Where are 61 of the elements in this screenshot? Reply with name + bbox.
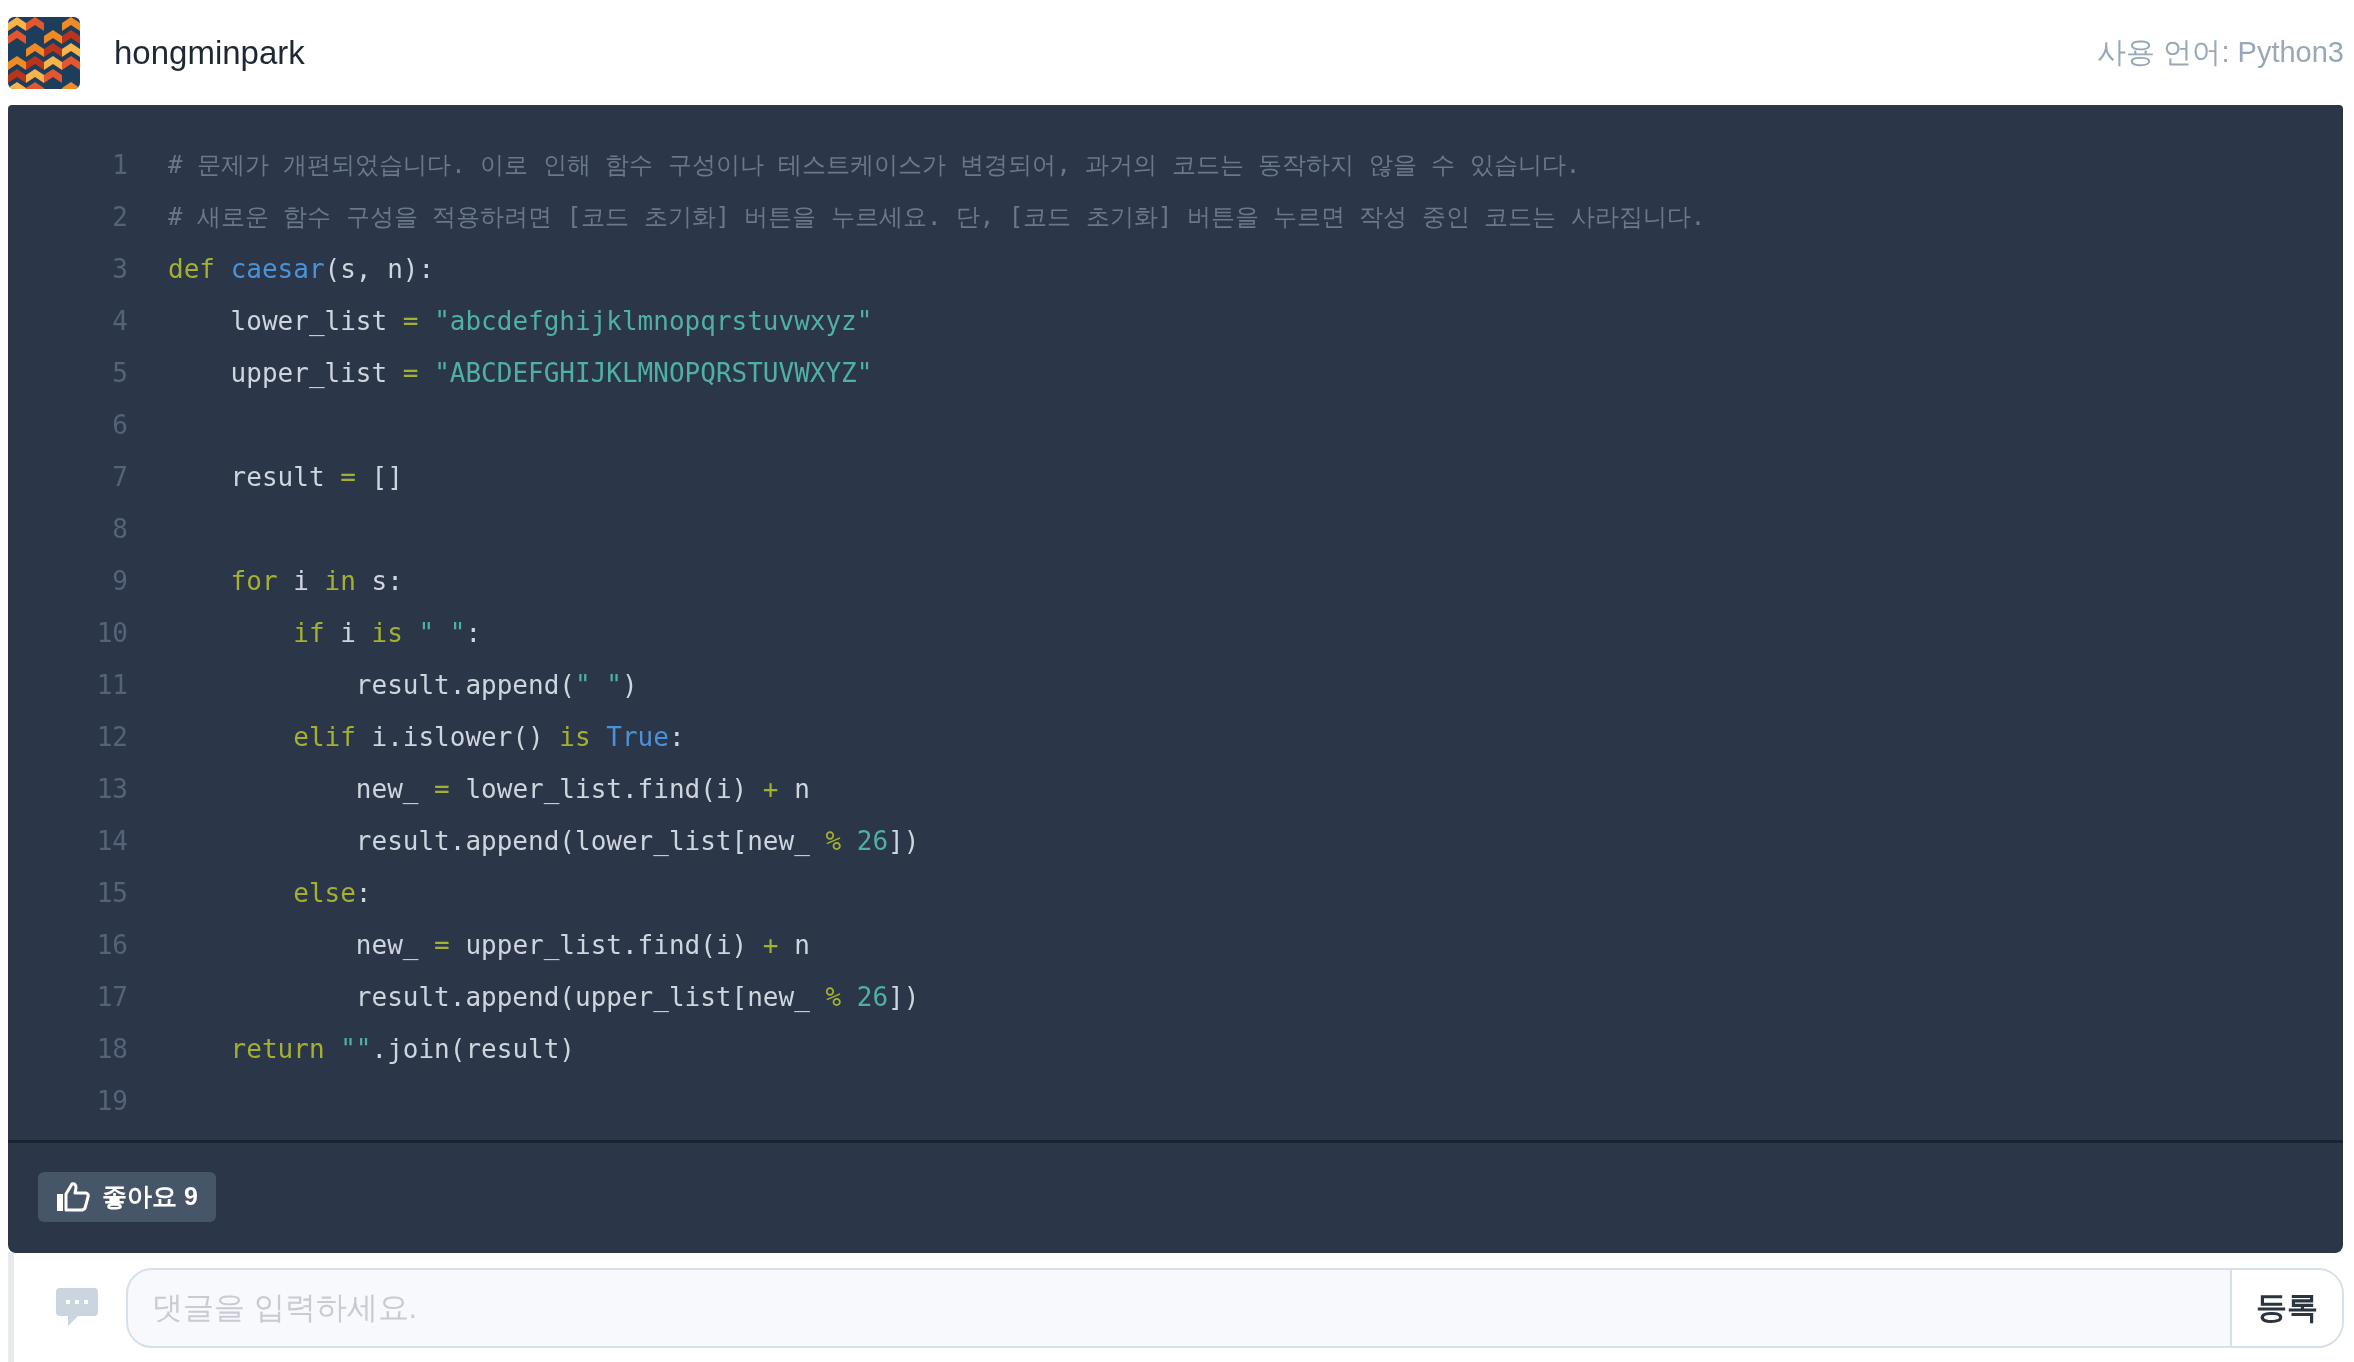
- code-operator: +: [762, 928, 780, 962]
- code-text: i.islower(): [371, 720, 545, 754]
- code-text: n: [794, 928, 810, 962]
- code-text: result.append(upper_list[new_: [354, 980, 811, 1014]
- comment-icon: [56, 1288, 98, 1328]
- code-text: new_: [354, 928, 420, 962]
- code-keyword: if: [292, 616, 326, 650]
- code-text: new_: [354, 772, 420, 806]
- code-text: ]): [888, 980, 920, 1014]
- code-operator: =: [434, 928, 451, 962]
- code-operator: =: [434, 772, 451, 806]
- code-keyword: return: [229, 1032, 326, 1066]
- function-name: caesar: [230, 252, 325, 286]
- code-operator: =: [340, 460, 357, 494]
- code-text: ]): [888, 824, 920, 858]
- code-operator: =: [402, 304, 420, 338]
- code-text: .join(result): [371, 1032, 575, 1066]
- code-keyword: def: [168, 252, 216, 286]
- code-text: n: [794, 772, 810, 806]
- code-text: lower_list.find(i): [465, 772, 749, 806]
- code-text: s:: [371, 564, 403, 598]
- like-button[interactable]: 좋아요 9: [38, 1171, 216, 1222]
- code-text: upper_list: [229, 356, 389, 390]
- string-literal: "": [340, 1032, 372, 1066]
- language-label: 사용 언어: Python3: [2097, 34, 2344, 70]
- code-text: :: [668, 720, 685, 754]
- code-comment: # 문제가 개편되었습니다. 이로 인해 함수 구성이나 테스트케이스가 변경되어, 과거의 코드는 동작하지 않을 수 있습니다.: [168, 150, 1581, 181]
- code-text: :: [355, 876, 372, 910]
- code-constant: True: [606, 720, 669, 754]
- string-literal: "ABCDEFGHIJKLMNOPQRSTUVWXYZ": [434, 356, 873, 390]
- code-text: result.append(lower_list[new_: [354, 824, 811, 858]
- submit-button[interactable]: 등록: [2230, 1270, 2342, 1346]
- number-literal: 26: [856, 824, 889, 858]
- code-text: lower_list: [229, 304, 389, 338]
- code-operator: %: [825, 824, 843, 858]
- code-text: result.append(: [354, 668, 575, 702]
- string-literal: " ": [418, 616, 466, 650]
- code-comment: # 새로운 함수 구성을 적용하려면 [코드 초기화] 버튼을 누르세요. 단, [코드 초기화] 버튼을 누르면 작성 중인 코드는 사라집니다.: [168, 202, 1706, 233]
- string-literal: " ": [575, 668, 622, 702]
- code-keyword: in: [324, 564, 357, 598]
- code-text: (s, n):: [324, 252, 435, 286]
- number-literal: 26: [856, 980, 889, 1014]
- code-operator: =: [402, 356, 420, 390]
- string-literal: "abcdefghijklmnopqrstuvwxyz": [434, 304, 873, 338]
- code-text: []: [371, 460, 403, 494]
- thumbs-up-icon: [56, 1181, 90, 1212]
- code-keyword: elif: [292, 720, 357, 754]
- code-text: :: [465, 616, 482, 650]
- code-text: i: [293, 564, 310, 598]
- code-operator: %: [825, 980, 843, 1014]
- author-name[interactable]: hongminpark: [114, 27, 305, 78]
- code-keyword: for: [229, 564, 279, 598]
- code-operator: +: [762, 772, 780, 806]
- code-text: upper_list.find(i): [465, 928, 749, 962]
- code-text: i: [340, 616, 357, 650]
- avatar-pattern-icon: [8, 16, 80, 89]
- code-keyword: is: [371, 616, 404, 650]
- code-text: result: [229, 460, 326, 494]
- code-text: ): [621, 668, 638, 702]
- code-keyword: is: [559, 720, 592, 754]
- code-keyword: else: [292, 876, 356, 910]
